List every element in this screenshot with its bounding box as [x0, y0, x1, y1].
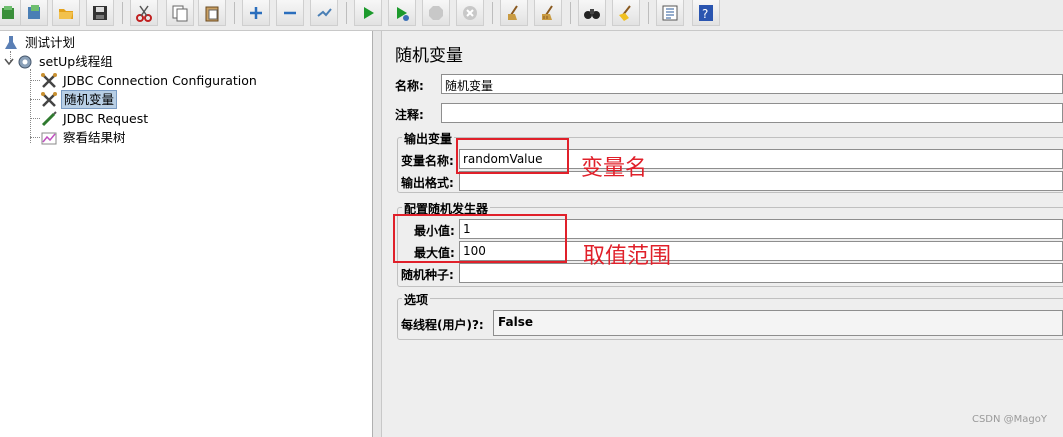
tree-item-label: 测试计划: [25, 35, 76, 50]
wrench-icon: [40, 91, 58, 109]
output-format-label: 输出格式:: [401, 176, 454, 190]
toolbar: ?: [0, 0, 1063, 31]
output-variable-group-title: 输出变量: [402, 130, 455, 147]
panel-title: 随机变量: [395, 46, 463, 66]
clear-icon[interactable]: [500, 0, 528, 26]
tree-item-random-variable[interactable]: 随机变量: [40, 90, 118, 109]
tree-item-setup-thread-group[interactable]: setUp线程组: [2, 52, 115, 71]
tree-item-label: 随机变量: [61, 90, 118, 109]
tree-item-test-plan[interactable]: 测试计划: [2, 33, 77, 52]
options-group-title: 选项: [402, 291, 431, 308]
tree-item-view-results-tree[interactable]: 察看结果树: [40, 128, 128, 147]
per-thread-label: 每线程(用户)?:: [401, 318, 484, 332]
range-highlight-box: [393, 214, 567, 263]
collapse-icon[interactable]: [276, 0, 304, 26]
paste-icon[interactable]: [198, 0, 226, 26]
templates-icon[interactable]: [0, 0, 22, 26]
search-icon[interactable]: [578, 0, 606, 26]
svg-text:?: ?: [702, 7, 708, 21]
watermark: CSDN @MagoY: [971, 414, 1047, 425]
output-format-field[interactable]: [459, 171, 1063, 191]
variable-name-highlight-box: [456, 138, 569, 174]
name-label: 名称:: [395, 79, 424, 93]
reset-search-icon[interactable]: [612, 0, 640, 26]
chart-listener-icon: [40, 129, 58, 147]
shutdown-icon[interactable]: [456, 0, 484, 26]
per-thread-select[interactable]: False: [493, 310, 1063, 336]
cut-icon[interactable]: [130, 0, 158, 26]
test-plan-tree: 测试计划 setUp线程组 JDBC Connection Configurat…: [0, 31, 372, 437]
wrench-icon: [40, 72, 58, 90]
random-seed-label: 随机种子:: [401, 268, 454, 282]
tree-item-label: JDBC Connection Configuration: [63, 73, 257, 88]
help-icon[interactable]: ?: [692, 0, 720, 26]
test-plan-icon: [2, 34, 20, 52]
range-annotation: 取值范围: [583, 244, 672, 269]
tree-item-label: setUp线程组: [39, 54, 113, 69]
copy-icon[interactable]: [166, 0, 194, 26]
start-no-pauses-icon[interactable]: [388, 0, 416, 26]
random-seed-field[interactable]: [459, 263, 1063, 283]
clear-all-icon[interactable]: [534, 0, 562, 26]
gear-icon: [16, 53, 34, 71]
templates-icon[interactable]: [20, 0, 48, 26]
sampler-pen-icon: [40, 110, 58, 128]
config-panel: 随机变量 名称: 随机变量 注释: 输出变量 变量名称: randomValue…: [383, 31, 1063, 437]
comment-field[interactable]: [441, 103, 1063, 123]
variable-name-annotation: 变量名: [581, 156, 648, 181]
function-helper-icon[interactable]: [656, 0, 684, 26]
tree-item-label: JDBC Request: [63, 111, 149, 126]
comment-label: 注释:: [395, 108, 424, 122]
open-icon[interactable]: [52, 0, 80, 26]
variable-name-label: 变量名称:: [401, 154, 454, 168]
start-icon[interactable]: [354, 0, 382, 26]
name-field[interactable]: 随机变量: [441, 74, 1063, 94]
tree-item-jdbc-request[interactable]: JDBC Request: [40, 109, 150, 128]
tree-item-label: 察看结果树: [63, 130, 126, 145]
stop-icon[interactable]: [422, 0, 450, 26]
expand-toggle-icon[interactable]: [2, 53, 16, 71]
splitter[interactable]: [372, 31, 382, 437]
toggle-icon[interactable]: [310, 0, 338, 26]
expand-icon[interactable]: [242, 0, 270, 26]
tree-item-jdbc-connection-configuration[interactable]: JDBC Connection Configuration: [40, 71, 259, 90]
save-icon[interactable]: [86, 0, 114, 26]
